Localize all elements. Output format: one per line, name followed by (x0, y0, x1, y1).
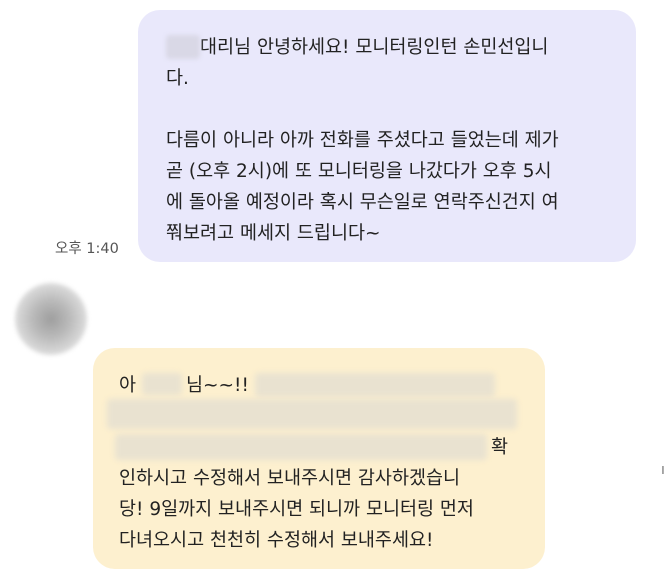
message-line: 다. (166, 68, 189, 89)
message-text: 확 (491, 437, 509, 458)
message-line: 확 (115, 432, 525, 463)
message-line: 인하시고 수정해서 보내주시면 감사하겠습니 (119, 468, 461, 489)
message-line: 다름이 아니라 아까 전화를 주셨다고 들었는데 제가 (166, 130, 559, 151)
redacted-text (115, 434, 487, 460)
avatar[interactable] (15, 283, 87, 355)
incoming-message-bubble[interactable]: 아 님~~!! 확 인하시고 수정해서 보내주시면 감사하겠습니 당! 9일까지 … (93, 348, 545, 569)
message-line: 아 님~~!! (119, 370, 525, 401)
message-line: 다녀오시고 천천히 수정해서 보내주세요! (119, 530, 434, 551)
message-line: 쭤보려고 메세지 드립니다~ (166, 223, 381, 244)
message-line: 당! 9일까지 보내주시면 되니까 모니터링 먼저 (119, 499, 474, 520)
message-timestamp: 오후 1:40 (55, 241, 119, 257)
redacted-text (254, 373, 495, 397)
redacted-name (142, 373, 183, 395)
outgoing-message-bubble[interactable]: 대리님 안녕하세요! 모니터링인턴 손민선입니 다. 다름이 아니라 아까 전화… (138, 10, 636, 262)
message-text: 님~~!! (186, 375, 249, 396)
chat-window: 대리님 안녕하세요! 모니터링인턴 손민선입니 다. 다름이 아니라 아까 전화… (0, 0, 667, 579)
message-line (107, 399, 525, 432)
redacted-name (166, 35, 200, 59)
redacted-text (107, 399, 517, 429)
message-line: 에 돌아올 예정이라 혹시 무슨일로 연락주신건지 여 (166, 192, 559, 213)
message-line: 곧 (오후 2시)에 또 모니터링을 나갔다가 오후 5시 (166, 161, 552, 182)
message-text: 대리님 안녕하세요! 모니터링인턴 손민선입니 (200, 37, 549, 58)
message-text: 아 (119, 375, 137, 396)
message-line: 대리님 안녕하세요! 모니터링인턴 손민선입니 (166, 32, 612, 63)
edge-glyph: ı (661, 462, 665, 478)
